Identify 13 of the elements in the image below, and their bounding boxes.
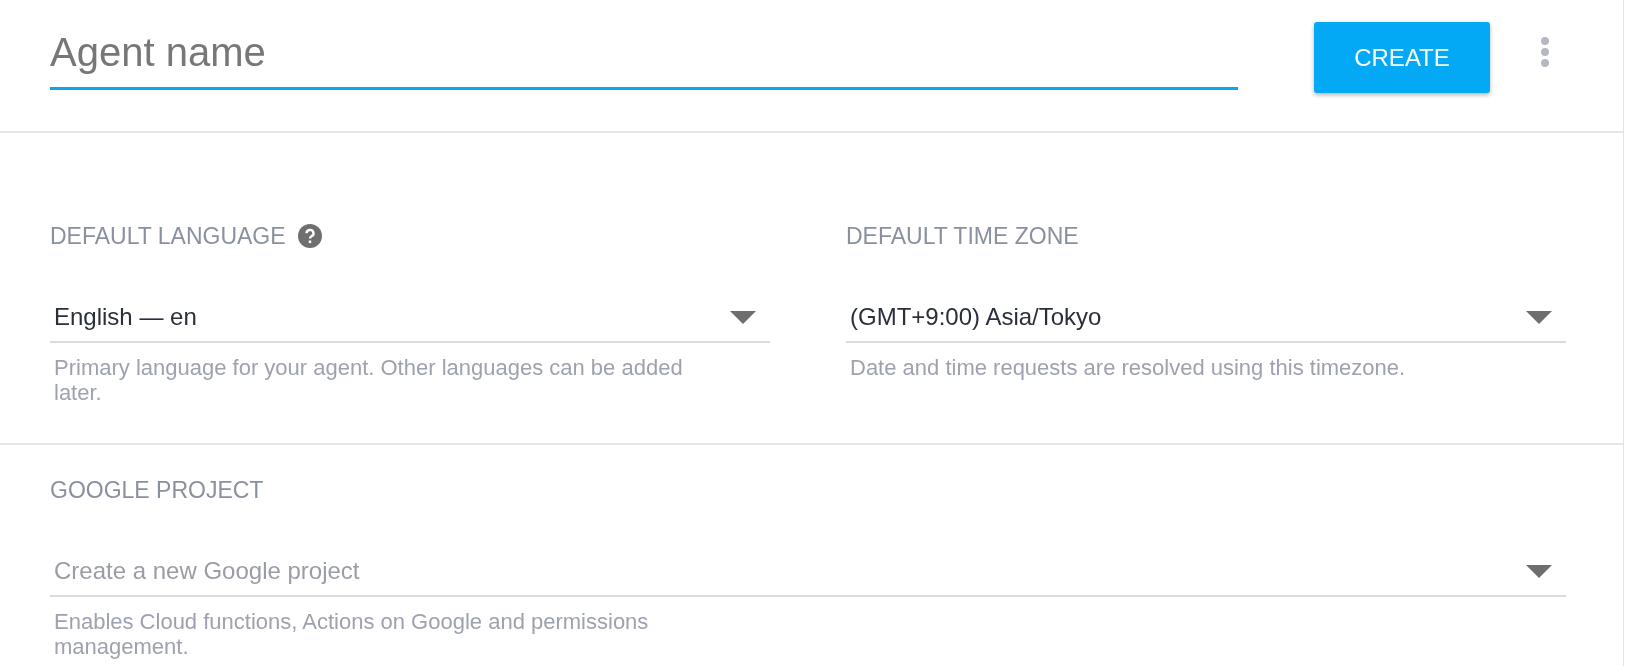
field-label: GOOGLE PROJECT [50, 476, 264, 504]
field-label: DEFAULT TIME ZONE [846, 222, 1079, 250]
field-label: DEFAULT LANGUAGE [50, 222, 286, 250]
dropdown-caret-icon [730, 310, 756, 324]
helper-text: Primary language for your agent. Other languages can be added later. [53, 355, 684, 405]
help-icon[interactable] [297, 224, 322, 248]
dropdown-select[interactable]: (GMT+9:00) Asia/Tokyo [846, 293, 1566, 343]
dropdown-select[interactable]: English — en [50, 293, 770, 343]
dropdown-caret-icon [1526, 564, 1552, 578]
agent-name-field[interactable]: Agent name [50, 22, 1238, 90]
helper-text: Enables Cloud functions, Actions on Google and permissions management. [53, 609, 650, 659]
dropdown-caret-icon [1526, 310, 1552, 324]
helper-text: Date and time requests are resolved using this timezone. [849, 355, 1407, 380]
